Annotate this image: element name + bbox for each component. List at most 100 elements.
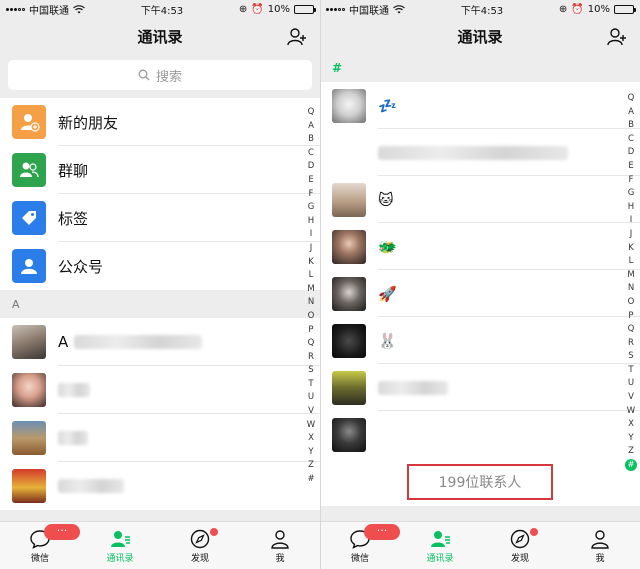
index-letter[interactable]: A [625,106,637,120]
compass-icon [510,529,530,548]
index-letter[interactable]: T [305,378,317,392]
tab-me[interactable]: 我 [240,522,320,569]
group-chats-row[interactable]: 群聊 [0,146,320,194]
tags-row[interactable]: 标签 [0,194,320,242]
index-letter[interactable]: N [625,282,637,296]
contact-row[interactable] [0,462,320,510]
contact-row[interactable]: 🚀 [320,270,640,317]
index-letter[interactable]: L [305,269,317,283]
index-letter[interactable]: K [625,242,637,256]
index-letter[interactable]: H [625,201,637,215]
tab-chats[interactable]: ··· 微信 [0,522,80,569]
index-letter[interactable]: V [305,405,317,419]
tab-chats-label: 微信 [30,553,49,564]
index-letter[interactable]: E [625,160,637,174]
index-letter[interactable]: G [305,201,317,215]
index-letter[interactable]: C [305,147,317,161]
tab-discover[interactable]: 发现 [160,522,240,569]
index-letter[interactable]: P [625,310,637,324]
tab-contacts[interactable]: 通讯录 [80,522,160,569]
blurred-name [378,380,448,395]
official-accounts-row[interactable]: 公众号 [0,242,320,290]
index-letter[interactable]: Y [305,446,317,460]
index-letter[interactable]: X [305,432,317,446]
tab-contacts[interactable]: 通讯录 [400,522,480,569]
contact-row[interactable]: 🐲 [320,223,640,270]
index-letter[interactable]: F [625,174,637,188]
index-letter[interactable]: R [625,337,637,351]
wifi-icon [393,4,405,13]
alphabet-index[interactable]: Q A B C D E F G H I J K L M N O P Q R S T U V W X Y Z # [305,106,317,487]
index-letter[interactable]: U [305,391,317,405]
index-letter[interactable]: M [305,283,317,297]
person-icon [591,529,609,549]
contact-row[interactable]: 💤 [320,82,640,129]
index-letter[interactable]: W [625,405,637,419]
contact-list: A [0,318,320,510]
add-contact-icon[interactable] [286,26,308,48]
index-letter[interactable]: I [625,214,637,228]
index-letter[interactable]: J [625,228,637,242]
index-letter[interactable]: Z [625,445,637,459]
contact-row[interactable] [320,411,640,458]
tab-contacts-label: 通讯录 [106,553,134,564]
tab-me[interactable]: 我 [560,522,640,569]
index-letter[interactable]: X [625,418,637,432]
contact-row[interactable] [320,129,640,176]
index-letter[interactable]: W [305,419,317,433]
index-letter[interactable]: U [625,377,637,391]
index-letter[interactable]: S [305,364,317,378]
tab-discover[interactable]: 发现 [480,522,560,569]
index-letter[interactable]: # [625,459,637,472]
index-letter[interactable]: C [625,133,637,147]
search-input[interactable]: 搜索 [8,60,312,90]
avatar [332,135,366,170]
index-letter[interactable]: Q [625,92,637,106]
index-letter[interactable]: T [625,364,637,378]
index-letter[interactable]: S [625,350,637,364]
index-letter[interactable]: B [305,133,317,147]
tab-chats[interactable]: ··· 微信 [320,522,400,569]
index-letter[interactable]: D [305,160,317,174]
index-letter[interactable]: Q [305,337,317,351]
add-contact-icon[interactable] [606,26,628,48]
index-letter[interactable]: Z [305,459,317,473]
index-letter[interactable]: F [305,188,317,202]
index-letter[interactable]: A [305,120,317,134]
avatar [12,421,46,455]
index-letter[interactable]: D [625,146,637,160]
tab-me-label: 我 [595,553,605,564]
contact-row[interactable] [320,364,640,411]
search-icon [138,69,150,81]
index-letter[interactable]: B [625,119,637,133]
contact-row[interactable] [0,366,320,414]
index-letter[interactable]: O [625,296,637,310]
contact-row[interactable] [0,414,320,462]
index-letter[interactable]: K [305,256,317,270]
contact-row[interactable]: 🐰 [320,317,640,364]
new-friends-row[interactable]: 新的朋友 [0,98,320,146]
index-letter[interactable]: L [625,255,637,269]
index-letter[interactable]: O [305,310,317,324]
index-letter[interactable]: P [305,324,317,338]
avatar [12,373,46,407]
index-letter[interactable]: R [305,351,317,365]
index-letter[interactable]: J [305,242,317,256]
index-letter[interactable]: E [305,174,317,188]
index-letter[interactable]: I [305,228,317,242]
index-letter[interactable]: Q [625,323,637,337]
index-letter[interactable]: G [625,187,637,201]
index-letter[interactable]: M [625,269,637,283]
index-letter[interactable]: Y [625,432,637,446]
index-letter[interactable]: H [305,215,317,229]
contact-name: A [58,333,69,351]
index-letter[interactable]: # [305,473,317,487]
contact-row[interactable]: 🐱 [320,176,640,223]
index-letter[interactable]: V [625,391,637,405]
status-time: 下午4:53 [140,5,184,17]
contact-row[interactable]: A [0,318,320,366]
index-letter[interactable]: N [305,296,317,310]
alphabet-index[interactable]: Q A B C D E F G H I J K L M N O P Q R S T U V W X Y Z # [625,92,637,472]
discover-dot-badge [530,528,538,536]
index-letter[interactable]: Q [305,106,317,120]
